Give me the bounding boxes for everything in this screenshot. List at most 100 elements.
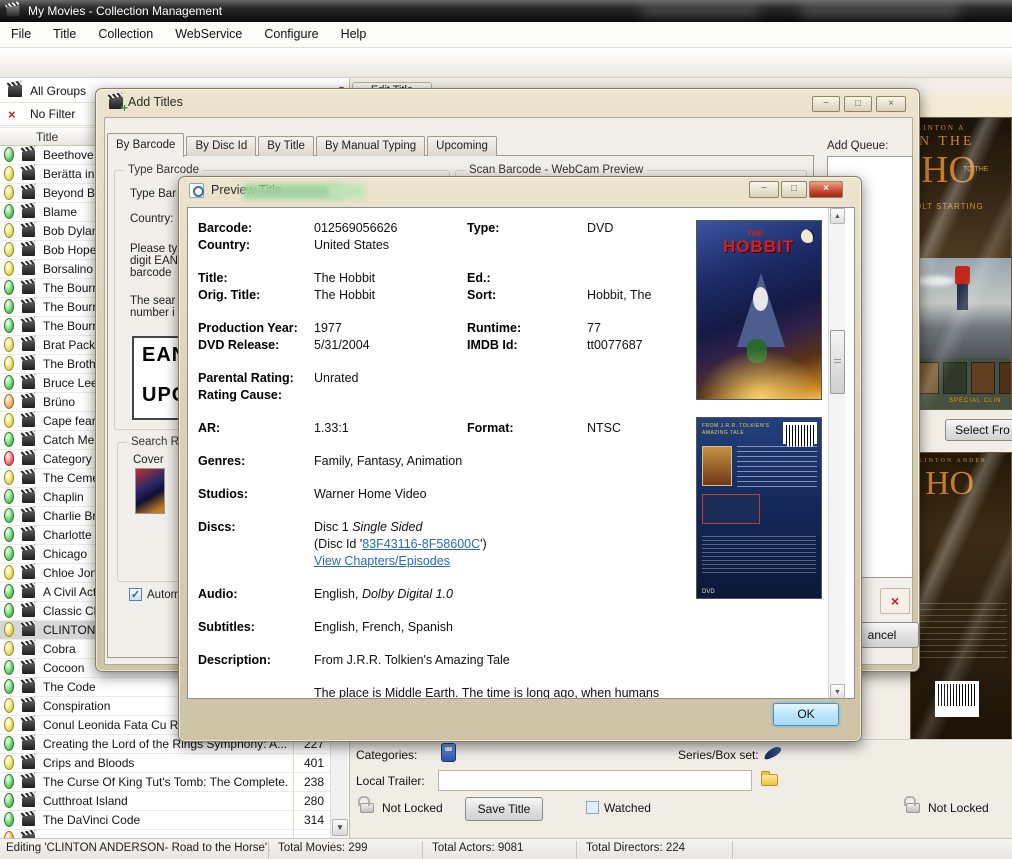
- list-item[interactable]: Cutthroat Island280: [0, 792, 330, 811]
- scroll-down-icon[interactable]: ▼: [332, 819, 348, 836]
- menu-collection[interactable]: Collection: [87, 22, 164, 47]
- menu-help[interactable]: Help: [330, 22, 378, 47]
- field-value: 1.33:1: [314, 421, 349, 435]
- back-cover-image[interactable]: LINTON ANDER HO: [910, 452, 1012, 760]
- field-value: 012569056626: [314, 221, 397, 235]
- status-separator: [268, 841, 269, 858]
- status-bar: Editing 'CLINTON ANDERSON- Road to the H…: [0, 838, 1012, 859]
- lock-icon[interactable]: [360, 803, 374, 813]
- remove-queue-item-button[interactable]: ×: [880, 588, 910, 614]
- status-icon-green: [4, 793, 14, 808]
- status-icon-green: [4, 489, 14, 504]
- status-total-actors: Total Actors: 9081: [432, 842, 523, 854]
- menu-title[interactable]: Title: [42, 22, 87, 47]
- clapperboard-icon: [22, 815, 35, 826]
- search-result-cover-thumbnail[interactable]: [135, 468, 165, 514]
- status-icon-yellow: [4, 242, 14, 257]
- preview-scrollbar[interactable]: ▲ ▼: [828, 208, 845, 699]
- tab-by-barcode[interactable]: By Barcode: [107, 133, 184, 157]
- hobbit-front-cover-image: THEHOBBIT: [696, 220, 822, 400]
- series-box-set-label: Series/Box set:: [678, 748, 759, 762]
- field-value: The place is Middle Earth. The time is l…: [314, 686, 659, 699]
- field-value: (Disc Id '83F43116-8F58600C'): [314, 537, 487, 551]
- field-label: Format:: [467, 421, 514, 435]
- cover-text: LINTON A: [917, 124, 965, 132]
- redacted-text-blob: [329, 184, 365, 199]
- field-row: Rating Cause:: [188, 388, 693, 405]
- status-icon-yellow: [4, 356, 14, 371]
- list-item[interactable]: The Curse Of King Tut's Tomb: The Comple…: [0, 773, 330, 792]
- field-value: Hobbit, The: [587, 288, 651, 302]
- maximize-icon[interactable]: □: [844, 96, 872, 112]
- list-item[interactable]: Crips and Bloods401: [0, 754, 330, 773]
- clapperboard-icon: [8, 85, 22, 97]
- lock-icon[interactable]: [906, 803, 920, 813]
- minimize-icon[interactable]: −: [749, 181, 779, 198]
- status-total-movies: Total Movies: 299: [278, 842, 368, 854]
- link[interactable]: 83F43116-8F58600C: [362, 537, 480, 551]
- field-label: Studios:: [198, 487, 248, 501]
- field-label: AR:: [198, 421, 220, 435]
- field-value: Unrated: [314, 371, 358, 385]
- local-trailer-input[interactable]: [438, 770, 752, 791]
- cover-barcode: [783, 422, 817, 444]
- status-icon-green: [4, 584, 14, 599]
- cover-art: [919, 603, 1007, 663]
- field-value: The Hobbit: [314, 271, 375, 285]
- menu-webservice[interactable]: WebService: [164, 22, 253, 47]
- automatic-checkbox[interactable]: ✓: [129, 588, 142, 601]
- scroll-up-icon[interactable]: ▲: [830, 208, 845, 224]
- dvd-logo: DVD: [702, 589, 715, 595]
- status-icon-yellow: [4, 470, 14, 485]
- tab-by-disc-id[interactable]: By Disc Id: [186, 136, 256, 156]
- status-separator: [576, 841, 577, 858]
- movie-title: Cutthroat Island: [43, 794, 288, 808]
- scrollbar-thumb[interactable]: [830, 330, 845, 394]
- field-label: Production Year:: [198, 321, 298, 335]
- cover-column-header: Cover: [133, 454, 164, 466]
- clapperboard-icon: [22, 454, 35, 465]
- movie-title: Crips and Bloods: [43, 756, 288, 770]
- clapperboard-icon: [22, 644, 35, 655]
- select-front-button[interactable]: Select Fro: [945, 419, 1012, 441]
- cover-text: OLT STARTING: [915, 202, 984, 211]
- front-cover-image[interactable]: LINTON A N THE HO TO THE OLT STARTING SP…: [910, 117, 1012, 410]
- menu-file[interactable]: File: [0, 22, 42, 47]
- browse-folder-icon[interactable]: [761, 774, 778, 786]
- status-icon-yellow: [4, 717, 14, 732]
- field-row: Genres:Family, Fantasy, Animation: [188, 454, 693, 471]
- scroll-down-icon[interactable]: ▼: [830, 684, 845, 699]
- save-title-button[interactable]: Save Title: [465, 797, 543, 821]
- close-icon[interactable]: ×: [876, 96, 906, 112]
- close-icon[interactable]: ×: [809, 181, 843, 198]
- status-icon-yellow: [4, 185, 14, 200]
- preview-content: Barcode:012569056626Type:DVDCountry:Unit…: [187, 207, 855, 699]
- list-item[interactable]: The DaVinci Code314: [0, 811, 330, 830]
- cover-text: TO THE: [963, 166, 988, 173]
- window-title: My Movies - Collection Management: [28, 0, 222, 22]
- field-row: Subtitles:English, French, Spanish: [188, 620, 693, 637]
- cover-art: [702, 494, 760, 524]
- categories-icon[interactable]: [441, 743, 456, 762]
- field-label: Title:: [198, 271, 228, 285]
- add-titles-dialog-icon: [109, 97, 123, 109]
- link[interactable]: View Chapters/Episodes: [314, 554, 450, 568]
- ok-button[interactable]: OK: [773, 703, 839, 726]
- minimize-icon[interactable]: −: [812, 96, 840, 112]
- watched-checkbox[interactable]: [586, 801, 599, 814]
- clapperboard-icon: [22, 169, 35, 180]
- clapperboard-icon: [22, 663, 35, 674]
- menu-configure[interactable]: Configure: [253, 22, 329, 47]
- field-value: English, Dolby Digital 1.0: [314, 587, 453, 601]
- maximize-icon[interactable]: □: [781, 181, 807, 198]
- cover-art: [753, 287, 768, 311]
- status-icon-green: [4, 736, 14, 751]
- local-trailer-label: Local Trailer:: [356, 774, 425, 788]
- cover-photo: [943, 362, 967, 394]
- movie-number: 314: [294, 813, 324, 827]
- field-row: AR:1.33:1Format:NTSC: [188, 421, 693, 438]
- list-item[interactable]: [0, 830, 330, 838]
- tab-by-title[interactable]: By Title: [258, 136, 314, 156]
- tab-upcoming[interactable]: Upcoming: [427, 136, 497, 156]
- tab-by-manual-typing[interactable]: By Manual Typing: [316, 136, 425, 156]
